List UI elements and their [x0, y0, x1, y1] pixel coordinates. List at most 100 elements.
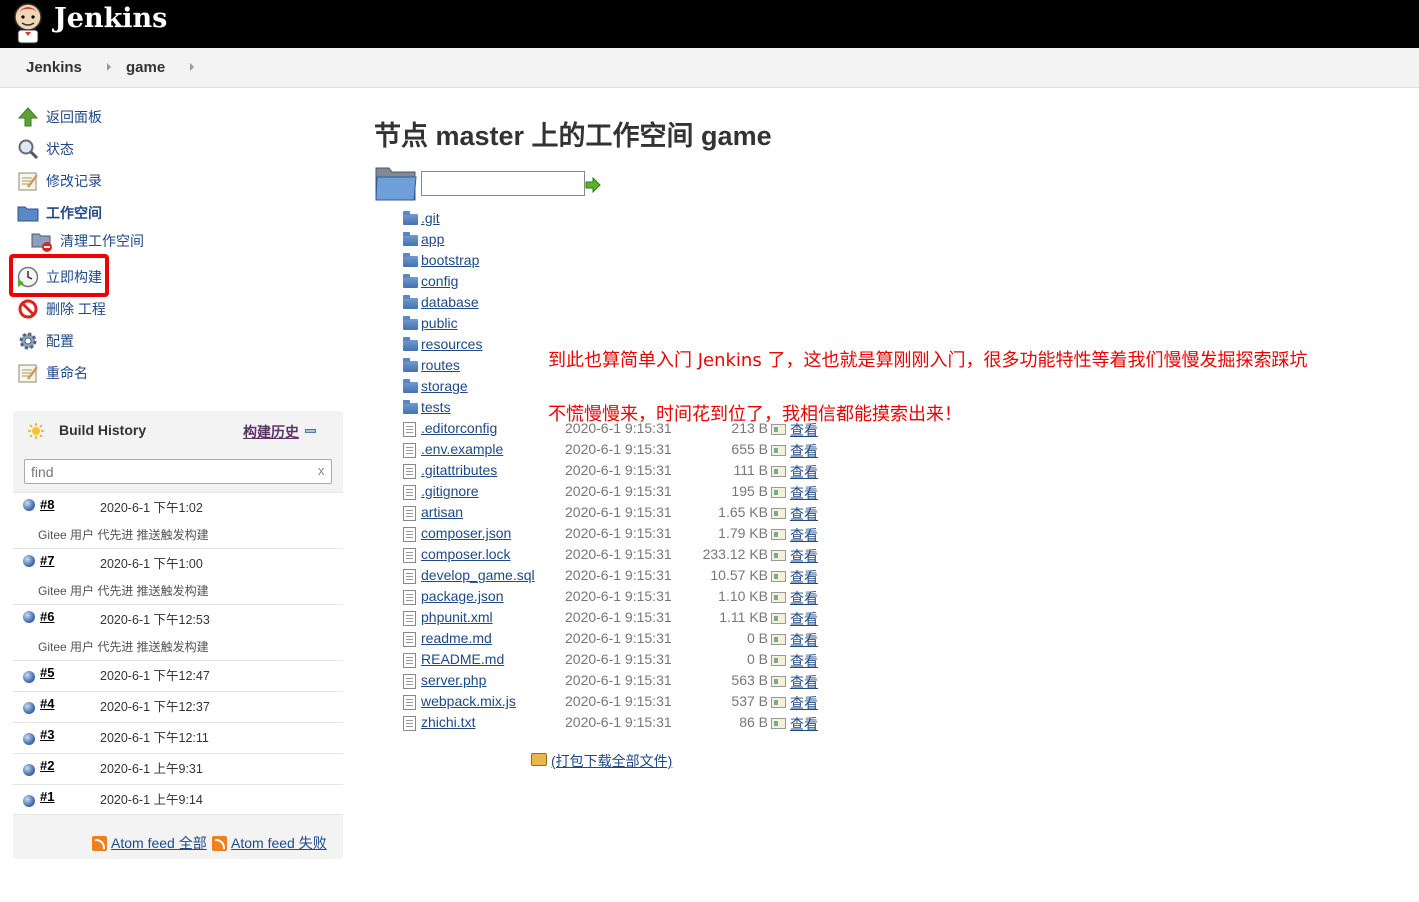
search-clear-icon[interactable]: x	[318, 463, 325, 478]
atom-feed-failed-link[interactable]: Atom feed 失败	[212, 833, 327, 853]
file-link[interactable]: artisan	[421, 504, 463, 520]
folder-link[interactable]: public	[421, 315, 458, 331]
file-link[interactable]: .gitignore	[421, 483, 479, 499]
build-row[interactable]: #1 2020-6-1 上午9:14	[13, 784, 343, 815]
build-date-link[interactable]: 2020-6-1 下午1:00	[100, 553, 203, 572]
build-trend-link[interactable]: 构建历史	[243, 422, 299, 442]
atom-feed-all-link[interactable]: Atom feed 全部	[92, 833, 207, 853]
view-file-link[interactable]: 查看	[790, 630, 818, 650]
view-file-link[interactable]: 查看	[790, 546, 818, 566]
view-file-link[interactable]: 查看	[790, 672, 818, 692]
task-rename[interactable]: 重命名	[16, 361, 88, 385]
view-fingerprint-icon[interactable]	[771, 487, 786, 498]
task-configure[interactable]: 配置	[16, 329, 74, 353]
folder-link[interactable]: routes	[421, 357, 460, 373]
view-fingerprint-icon[interactable]	[771, 529, 786, 540]
jenkins-butler-logo[interactable]	[12, 2, 44, 44]
build-date-link[interactable]: 2020-6-1 下午12:47	[100, 665, 210, 684]
folder-link[interactable]: tests	[421, 399, 451, 415]
collapse-minus-icon[interactable]	[305, 429, 316, 433]
file-link[interactable]: zhichi.txt	[421, 714, 475, 730]
folder-link[interactable]: .git	[421, 210, 440, 226]
view-fingerprint-icon[interactable]	[771, 571, 786, 582]
path-input[interactable]	[421, 171, 585, 196]
view-file-link[interactable]: 查看	[790, 609, 818, 629]
breadcrumb-chevron-icon[interactable]	[107, 63, 111, 71]
build-row[interactable]: #7 2020-6-1 下午1:00 Gitee 用户 代先进 推送触发构建	[13, 548, 343, 604]
view-fingerprint-icon[interactable]	[771, 655, 786, 666]
brand-name[interactable]: Jenkins	[54, 3, 167, 34]
file-link[interactable]: composer.json	[421, 525, 511, 541]
build-date-link[interactable]: 2020-6-1 上午9:31	[100, 758, 203, 777]
view-file-link[interactable]: 查看	[790, 483, 818, 503]
file-link[interactable]: .editorconfig	[421, 420, 497, 436]
view-file-link[interactable]: 查看	[790, 462, 818, 482]
build-row[interactable]: #6 2020-6-1 下午12:53 Gitee 用户 代先进 推送触发构建	[13, 604, 343, 660]
view-fingerprint-icon[interactable]	[771, 445, 786, 456]
folder-link[interactable]: resources	[421, 336, 482, 352]
build-number-link[interactable]: #1	[40, 789, 54, 804]
file-link[interactable]: README.md	[421, 651, 504, 667]
file-link[interactable]: .env.example	[421, 441, 503, 457]
build-row[interactable]: #5 2020-6-1 下午12:47	[13, 660, 343, 691]
view-fingerprint-icon[interactable]	[771, 634, 786, 645]
build-number-link[interactable]: #8	[40, 497, 54, 512]
view-fingerprint-icon[interactable]	[771, 466, 786, 477]
file-link[interactable]: package.json	[421, 588, 504, 604]
task-workspace[interactable]: 工作空间	[16, 201, 102, 225]
build-date-link[interactable]: 2020-6-1 下午12:53	[100, 609, 210, 628]
view-file-link[interactable]: 查看	[790, 714, 818, 734]
build-date-link[interactable]: 2020-6-1 下午12:11	[100, 727, 209, 746]
view-fingerprint-icon[interactable]	[771, 697, 786, 708]
build-number-link[interactable]: #4	[40, 696, 54, 711]
build-date-link[interactable]: 2020-6-1 上午9:14	[100, 789, 203, 808]
folder-link[interactable]: database	[421, 294, 479, 310]
folder-link[interactable]: bootstrap	[421, 252, 479, 268]
build-row[interactable]: #8 2020-6-1 下午1:02 Gitee 用户 代先进 推送触发构建	[13, 492, 343, 548]
task-back-to-dashboard[interactable]: 返回面板	[16, 105, 102, 129]
build-row[interactable]: #4 2020-6-1 下午12:37	[13, 691, 343, 722]
build-date-link[interactable]: 2020-6-1 下午12:37	[100, 696, 210, 715]
build-row[interactable]: #3 2020-6-1 下午12:11	[13, 722, 343, 753]
folder-link[interactable]: config	[421, 273, 458, 289]
file-link[interactable]: .gitattributes	[421, 462, 497, 478]
view-file-link[interactable]: 查看	[790, 588, 818, 608]
file-link[interactable]: readme.md	[421, 630, 492, 646]
view-fingerprint-icon[interactable]	[771, 676, 786, 687]
build-number-link[interactable]: #3	[40, 727, 54, 742]
file-link[interactable]: composer.lock	[421, 546, 510, 562]
view-file-link[interactable]: 查看	[790, 651, 818, 671]
go-arrow-icon[interactable]	[585, 177, 601, 193]
build-number-link[interactable]: #5	[40, 665, 54, 680]
task-wipe-workspace[interactable]: 清理工作空间	[30, 229, 144, 253]
breadcrumb-game[interactable]: game	[126, 59, 165, 76]
view-file-link[interactable]: 查看	[790, 441, 818, 461]
file-link[interactable]: phpunit.xml	[421, 609, 493, 625]
view-fingerprint-icon[interactable]	[771, 508, 786, 519]
view-file-link[interactable]: 查看	[790, 504, 818, 524]
view-file-link[interactable]: 查看	[790, 567, 818, 587]
file-link[interactable]: server.php	[421, 672, 486, 688]
view-fingerprint-icon[interactable]	[771, 550, 786, 561]
build-search-input[interactable]	[24, 459, 332, 484]
file-link[interactable]: develop_game.sql	[421, 567, 535, 583]
build-date-link[interactable]: 2020-6-1 下午1:02	[100, 497, 203, 516]
build-number-link[interactable]: #2	[40, 758, 54, 773]
folder-link[interactable]: app	[421, 231, 444, 247]
breadcrumb-chevron-icon[interactable]	[190, 63, 194, 71]
build-number-link[interactable]: #6	[40, 609, 54, 624]
build-row[interactable]: #2 2020-6-1 上午9:31	[13, 753, 343, 784]
view-file-link[interactable]: 查看	[790, 693, 818, 713]
file-link[interactable]: webpack.mix.js	[421, 693, 516, 709]
view-fingerprint-icon[interactable]	[771, 718, 786, 729]
task-delete-project[interactable]: 删除 工程	[16, 297, 106, 321]
folder-link[interactable]: storage	[421, 378, 468, 394]
task-changes[interactable]: 修改记录	[16, 169, 102, 193]
view-file-link[interactable]: 查看	[790, 525, 818, 545]
breadcrumb-jenkins[interactable]: Jenkins	[26, 59, 82, 76]
download-all-zip-link[interactable]: (打包下载全部文件)	[551, 751, 672, 771]
build-number-link[interactable]: #7	[40, 553, 54, 568]
view-fingerprint-icon[interactable]	[771, 592, 786, 603]
view-fingerprint-icon[interactable]	[771, 613, 786, 624]
task-status[interactable]: 状态	[16, 137, 74, 161]
